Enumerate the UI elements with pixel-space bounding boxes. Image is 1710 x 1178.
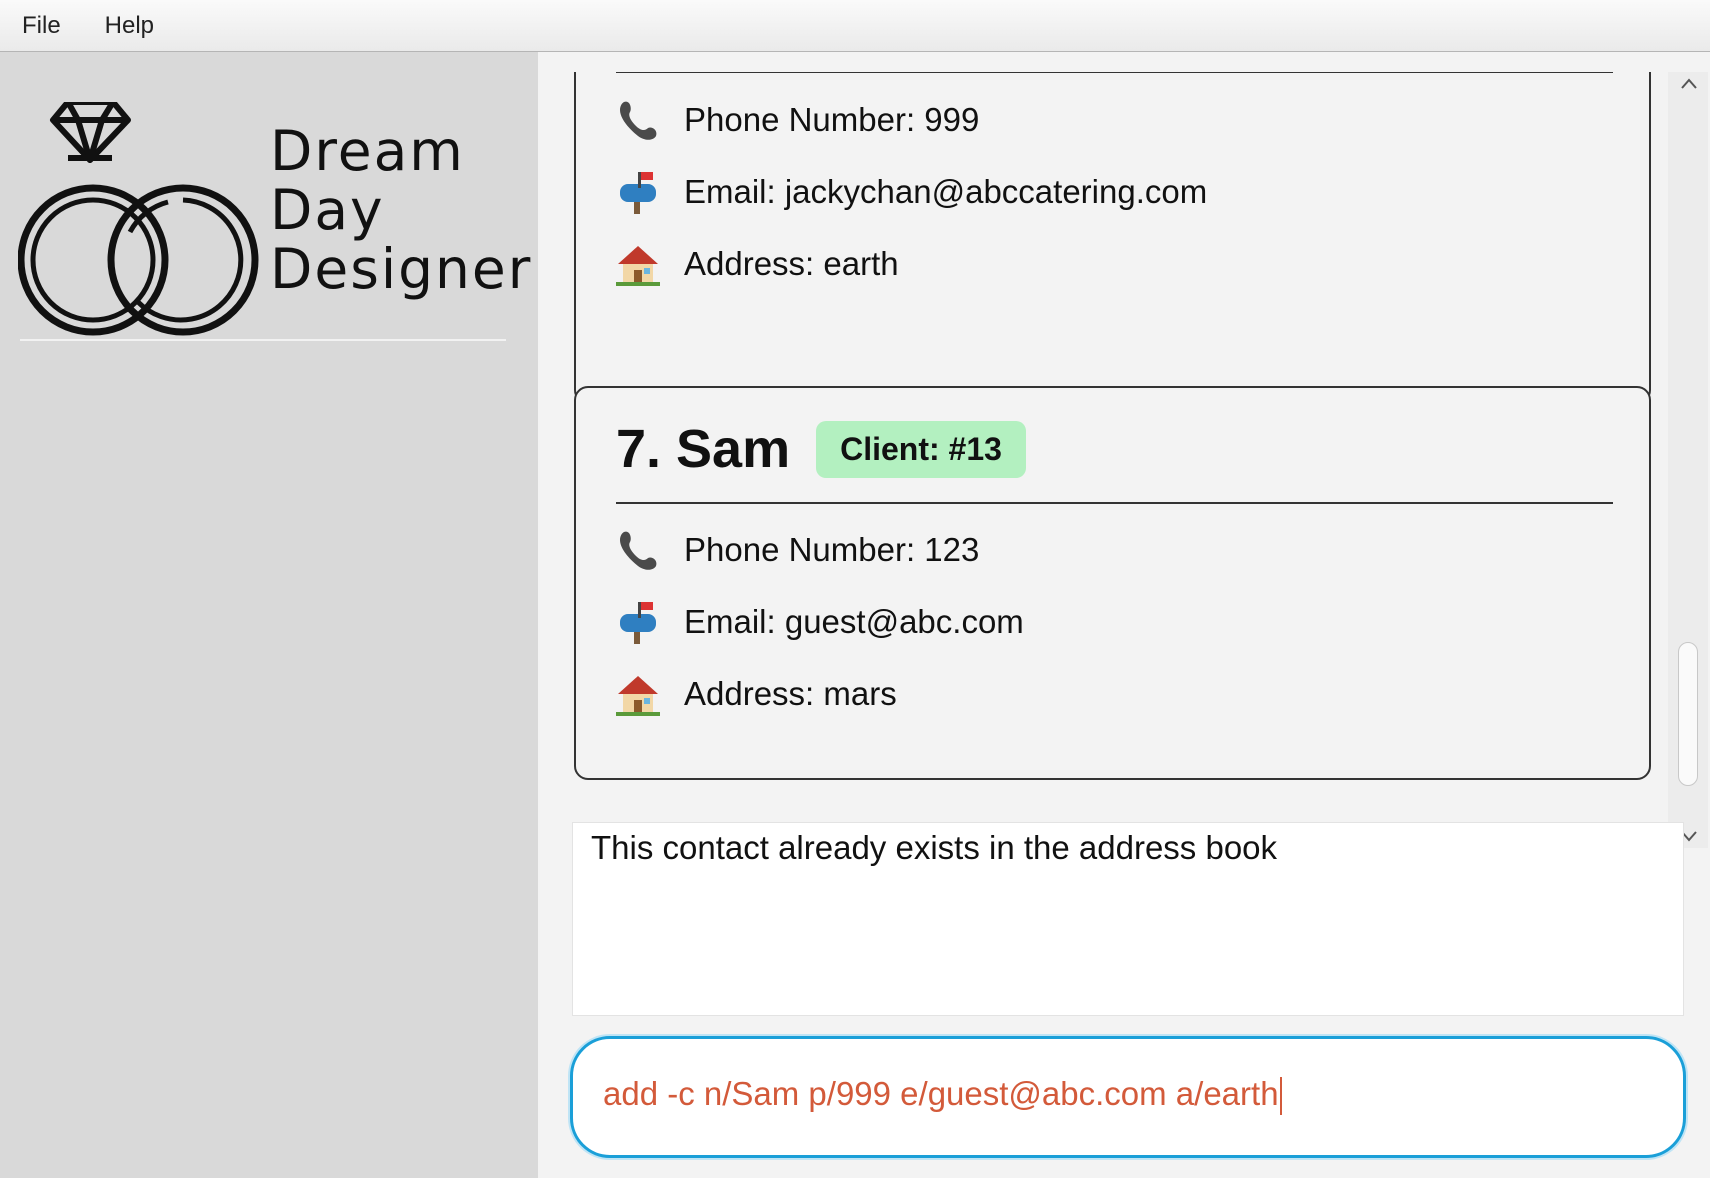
mailbox-icon (616, 600, 674, 644)
email-text: Email: jackychan@abccatering.com (684, 173, 1208, 210)
main-panel: Phone Number: 999 Email: jackychan@abcca… (538, 52, 1710, 1178)
result-display: This contact already exists in the addre… (572, 822, 1684, 1016)
sidebar-divider (20, 339, 506, 341)
card-header: 7. Sam Client: #13 (616, 418, 1026, 480)
vertical-scrollbar[interactable] (1668, 72, 1708, 848)
house-icon (616, 672, 674, 716)
menu-help[interactable]: Help (83, 0, 176, 51)
menu-bar: File Help (0, 0, 1710, 52)
text-caret (1279, 1077, 1282, 1116)
address-text: Address: earth (684, 245, 899, 282)
card-divider (616, 72, 1613, 73)
app-logo-text: Dream Day Designer (270, 122, 532, 299)
address-field: Address: mars (616, 672, 897, 716)
command-input-text: add -c n/Sam p/999 e/guest@abc.com a/ear… (603, 1075, 1279, 1112)
menu-file[interactable]: File (0, 0, 83, 51)
client-tag: Client: #13 (816, 420, 1026, 478)
house-icon (616, 242, 674, 286)
logo-line-2: Day (270, 178, 385, 242)
email-field: Email: jackychan@abccatering.com (616, 170, 1207, 214)
mailbox-icon (616, 170, 674, 214)
address-field: Address: earth (616, 242, 899, 286)
scroll-thumb[interactable] (1678, 642, 1698, 786)
result-message: This contact already exists in the addre… (591, 829, 1278, 866)
phone-icon (616, 528, 674, 572)
phone-field: Phone Number: 999 (616, 98, 979, 142)
phone-icon (616, 98, 674, 142)
phone-text: Phone Number: 123 (684, 531, 980, 568)
card-divider (616, 502, 1613, 504)
email-field: Email: guest@abc.com (616, 600, 1024, 644)
command-input[interactable]: add -c n/Sam p/999 e/guest@abc.com a/ear… (603, 1075, 1282, 1116)
contact-card[interactable]: 7. Sam Client: #13 Phone Number: 123 Ema… (574, 386, 1651, 780)
address-text: Address: mars (684, 675, 897, 712)
scroll-up-arrow-icon[interactable] (1679, 74, 1699, 94)
logo-line-3: Designer (270, 237, 533, 301)
sidebar: Dream Day Designer (0, 52, 538, 1178)
contact-name: 7. Sam (616, 419, 791, 479)
contact-list[interactable]: Phone Number: 999 Email: jackychan@abcca… (538, 72, 1678, 848)
logo-line-1: Dream (270, 119, 465, 183)
email-text: Email: guest@abc.com (684, 603, 1024, 640)
phone-field: Phone Number: 123 (616, 528, 979, 572)
command-box[interactable]: add -c n/Sam p/999 e/guest@abc.com a/ear… (570, 1036, 1686, 1158)
wedding-rings-icon (18, 102, 259, 336)
contact-card[interactable]: Phone Number: 999 Email: jackychan@abcca… (574, 72, 1651, 404)
phone-text: Phone Number: 999 (684, 101, 980, 138)
